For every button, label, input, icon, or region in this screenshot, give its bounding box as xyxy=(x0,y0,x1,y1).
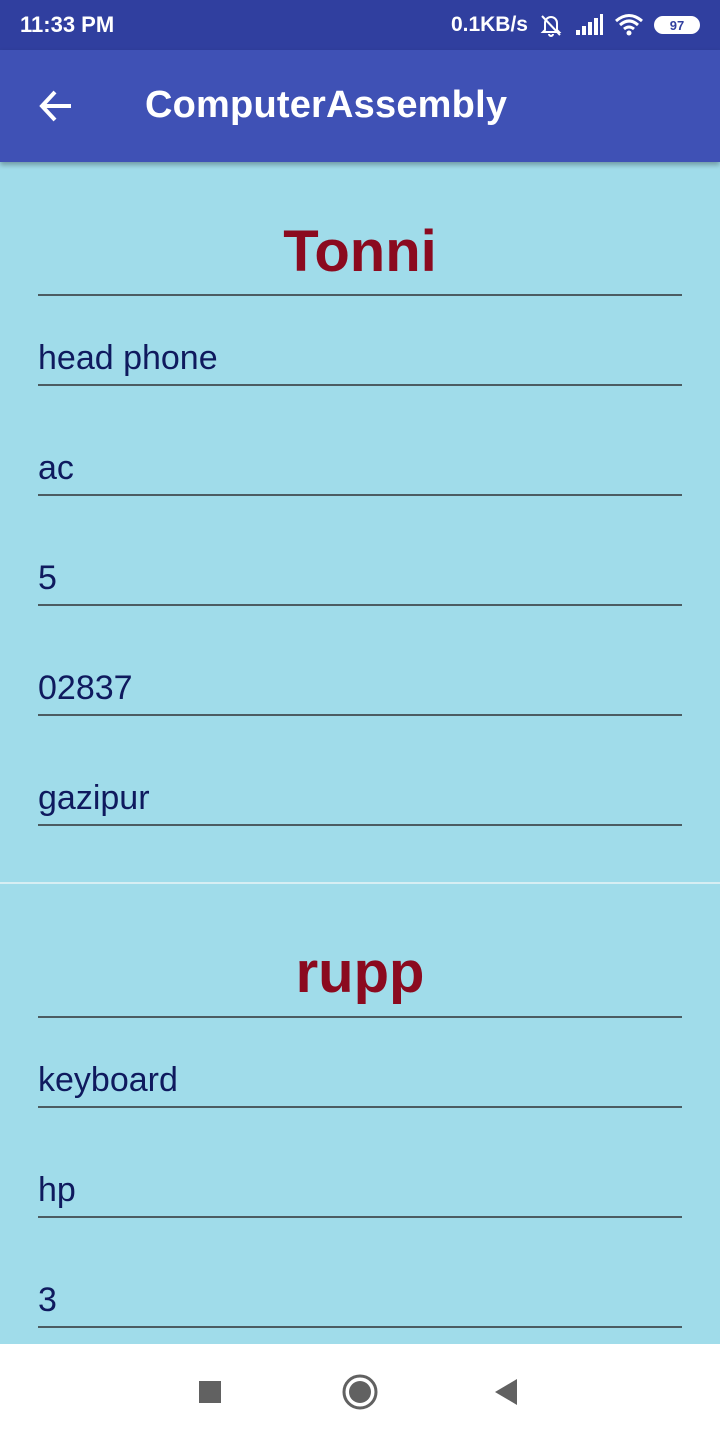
back-triangle-icon xyxy=(495,1379,517,1405)
record-field[interactable]: hp xyxy=(38,1108,682,1218)
record-card[interactable]: rupp keyboard hp 3 xyxy=(0,884,720,1344)
record-card[interactable]: Tonni head phone ac 5 02837 gazipur xyxy=(0,162,720,882)
back-nav-button[interactable] xyxy=(482,1368,530,1416)
record-field[interactable]: head phone xyxy=(38,296,682,386)
navigation-bar xyxy=(0,1344,720,1440)
signal-icon xyxy=(576,14,603,35)
field-value: hp xyxy=(38,1171,76,1209)
home-circle-icon xyxy=(342,1374,378,1410)
battery-level: 97 xyxy=(669,17,685,33)
record-name: rupp xyxy=(295,940,425,1005)
field-value: keyboard xyxy=(38,1061,178,1099)
mute-bell-icon xyxy=(540,15,562,37)
recents-button[interactable] xyxy=(186,1368,234,1416)
record-field[interactable]: 3 xyxy=(38,1218,682,1328)
status-time: 11:33 PM xyxy=(20,12,115,37)
status-bar: 11:33 PM 0.1KB/s 97 xyxy=(0,0,720,50)
field-value: head phone xyxy=(38,339,218,377)
battery-icon: 97 xyxy=(654,16,700,34)
app-bar: ComputerAssembly xyxy=(0,50,720,162)
record-list[interactable]: Tonni head phone ac 5 02837 gazipur rupp… xyxy=(0,162,720,1344)
record-field[interactable]: 02837 xyxy=(38,606,682,716)
back-button[interactable] xyxy=(30,80,82,132)
field-value: gazipur xyxy=(38,779,150,817)
arrow-back-icon xyxy=(39,90,71,122)
recents-square-icon xyxy=(199,1381,221,1403)
record-field[interactable]: keyboard xyxy=(38,1018,682,1108)
home-button[interactable] xyxy=(334,1366,386,1418)
record-field[interactable]: ac xyxy=(38,386,682,496)
app-title: ComputerAssembly xyxy=(145,84,508,126)
field-value: ac xyxy=(38,449,74,487)
wifi-icon xyxy=(615,14,643,36)
record-field[interactable]: 5 xyxy=(38,496,682,606)
field-value: 5 xyxy=(38,559,57,597)
record-name: Tonni xyxy=(283,219,437,284)
record-field[interactable]: gazipur xyxy=(38,716,682,826)
field-value: 02837 xyxy=(38,669,133,707)
status-icons: 0.1KB/s 97 xyxy=(451,10,700,40)
network-speed: 0.1KB/s xyxy=(450,13,528,36)
field-value: 3 xyxy=(38,1281,57,1319)
